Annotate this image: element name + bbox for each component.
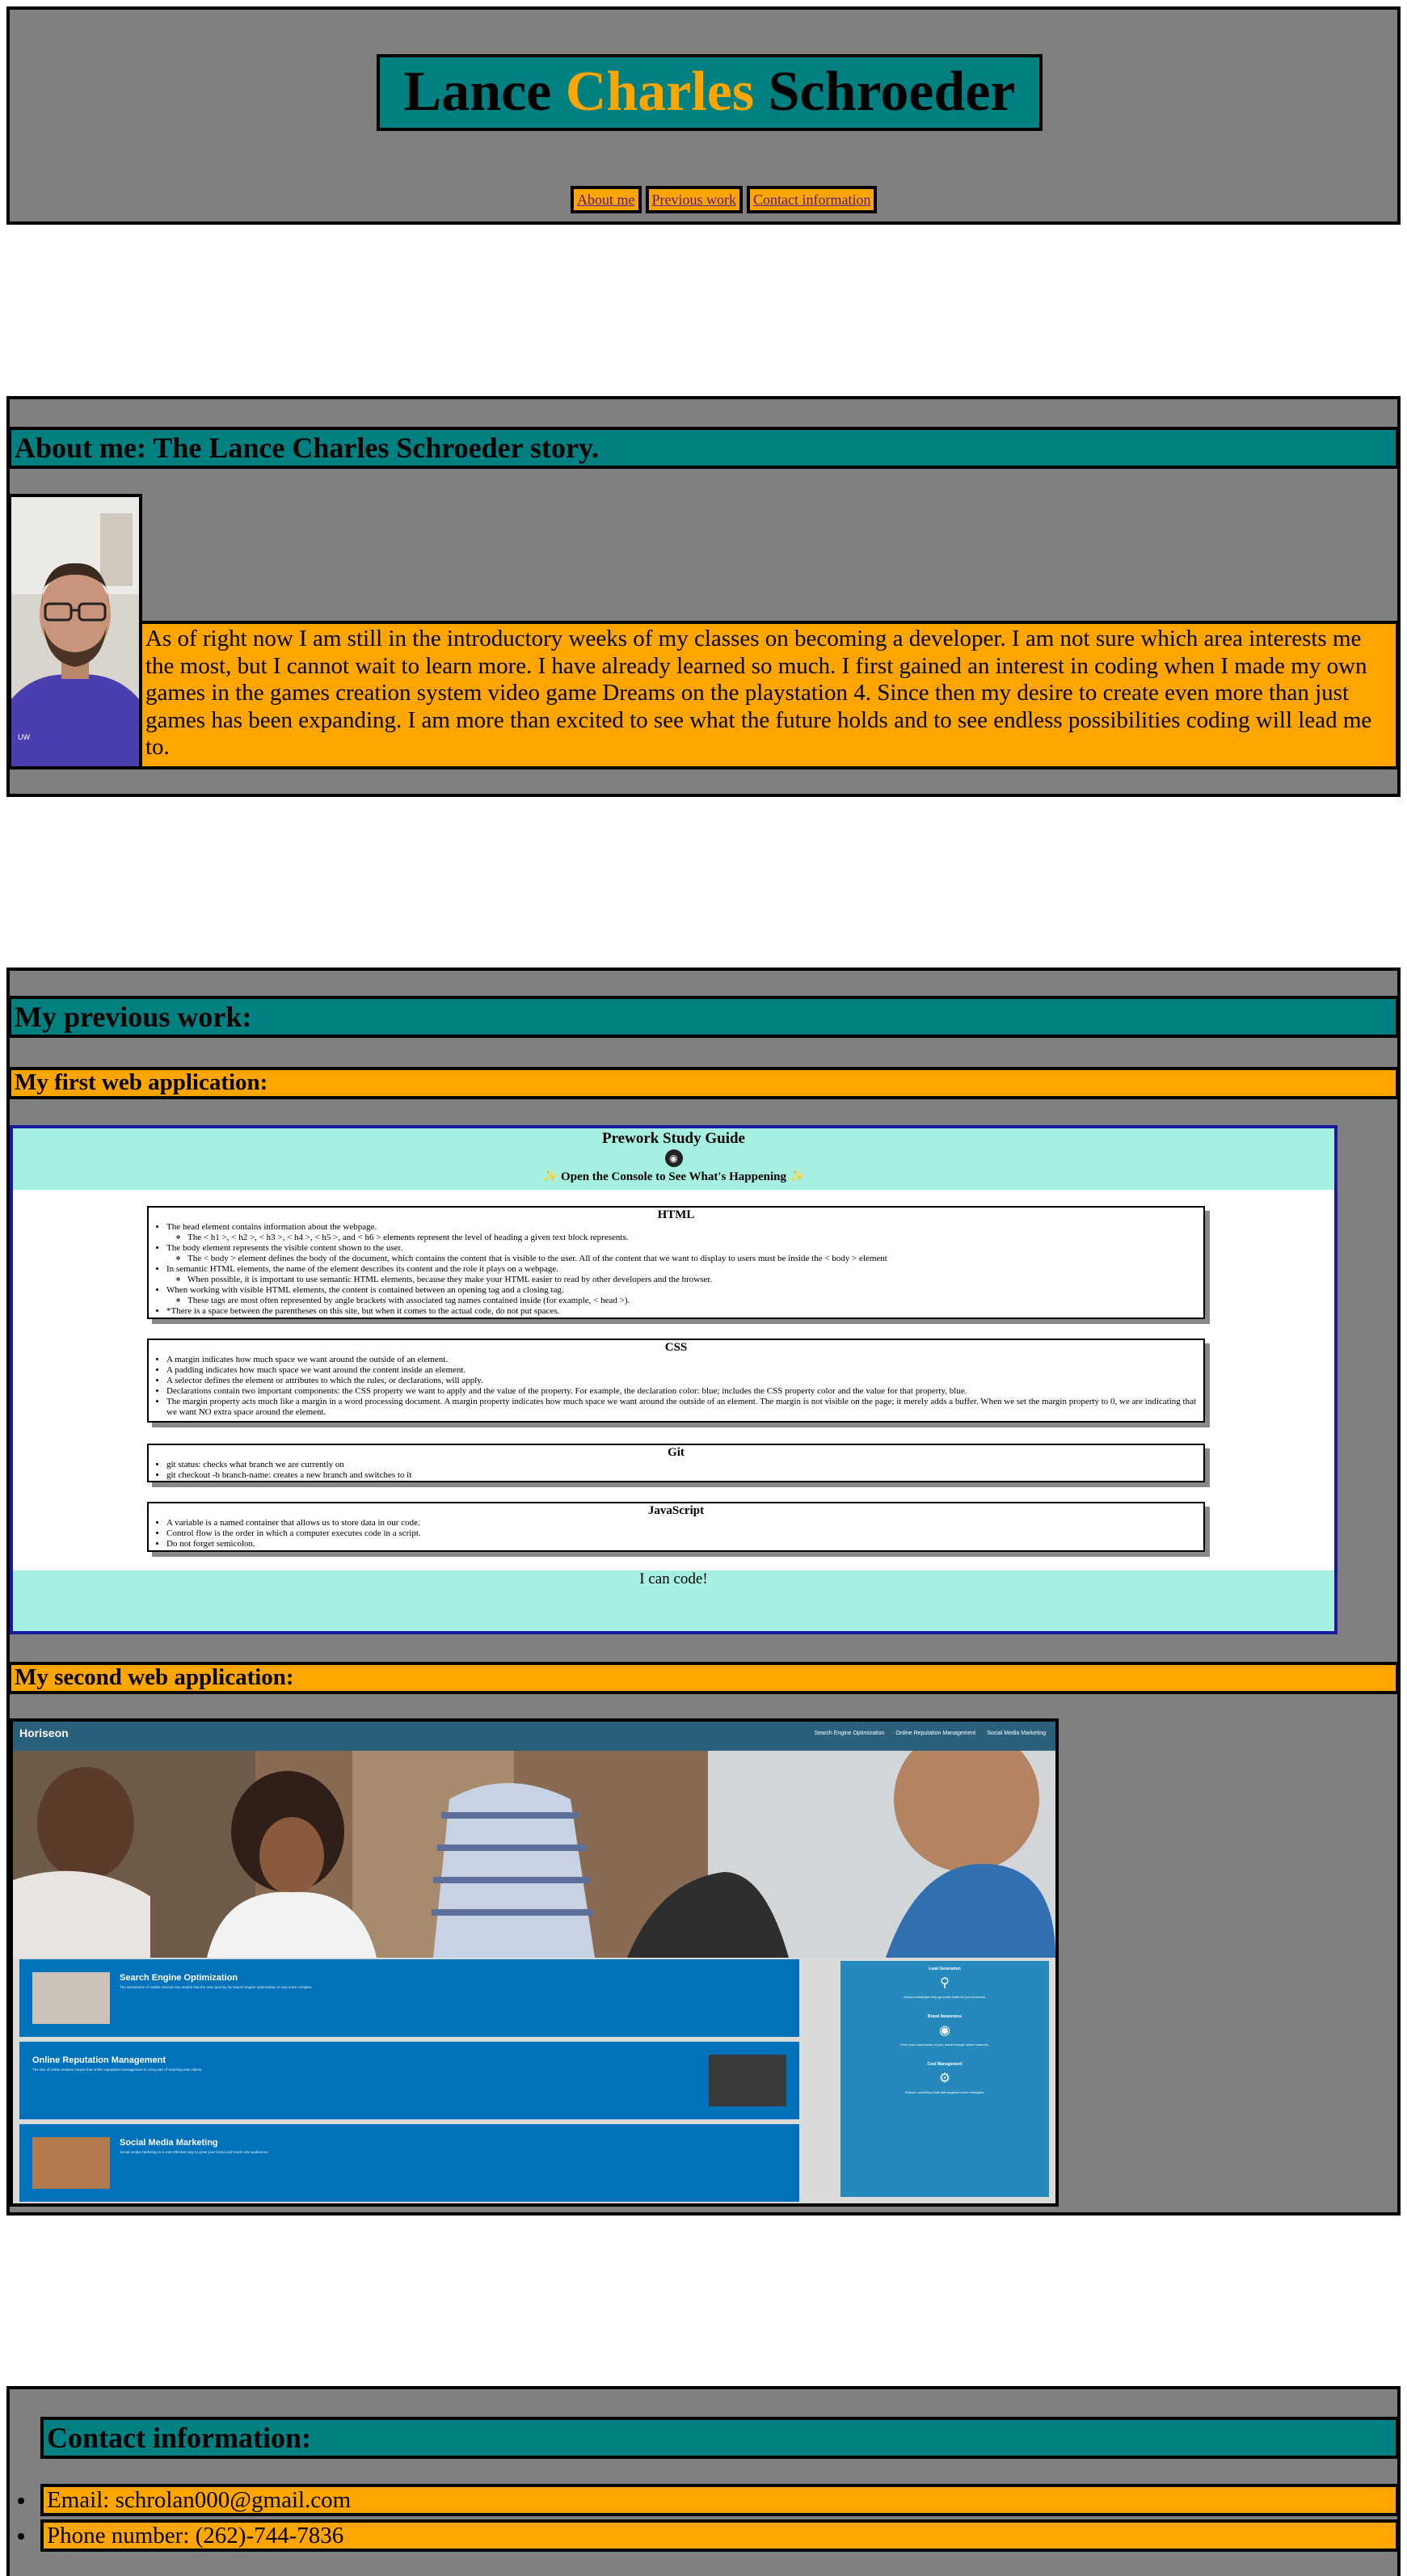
about-heading: About me: The Lance Charles Schroeder st… [8, 427, 1399, 469]
first-app-screenshot[interactable]: Prework Study Guide ◉ ✨ Open the Console… [10, 1125, 1337, 1634]
list-item: The margin property acts much like a mar… [166, 1397, 1198, 1418]
benefits-sidebar: Lead Generation ⚲ Inbound strategies hel… [840, 1961, 1049, 2197]
sparkle-icon: ✨ [542, 1170, 558, 1183]
service-body: Social media marketing is a cost-effecti… [120, 2150, 269, 2154]
console-note: Open the Console to See What's Happening [561, 1170, 786, 1183]
git-card-heading: Git [668, 1446, 685, 1459]
list-item: The < body > element defines the body of… [187, 1254, 1198, 1264]
about-body: As of right now I am still in the introd… [139, 621, 1399, 769]
horiseon-nav-item: Search Engine Optimization [814, 1731, 885, 1736]
benefit-title: Lead Generation [929, 1967, 961, 1971]
list-item: A variable is a named container that all… [166, 1518, 1198, 1528]
benefit-item: Lead Generation ⚲ Inbound strategies hel… [840, 1961, 1049, 1999]
html-card: HTML The head element contains informati… [147, 1206, 1205, 1319]
benefit-title: Brand Awareness [928, 2014, 962, 2019]
site-header: Lance Charles Schroeder About me Previou… [6, 6, 1401, 225]
benefit-body: Reduce marketing costs with targeted onl… [904, 2090, 985, 2094]
service-body: The dominance of mobile internet use mea… [120, 1985, 313, 1989]
horiseon-nav: Search Engine Optimization Online Reputa… [815, 1731, 1046, 1736]
contact-phone: Phone number: (262)-744-7836 [40, 2519, 1399, 2552]
service-body: The rise of online reviews means that on… [32, 2068, 203, 2072]
hero-image [13, 1751, 1055, 1958]
horiseon-nav-item: Online Reputation Management [895, 1731, 976, 1736]
seo-thumbnail [32, 1972, 110, 2024]
list-item: When working with visible HTML elements,… [166, 1285, 1198, 1296]
sparkle-icon: ✨ [789, 1170, 805, 1183]
service-title: Online Reputation Management [32, 2055, 166, 2065]
service-card-social: Social Media Marketing Social media mark… [19, 2124, 799, 2202]
benefit-item: Brand Awareness ◉ Drive more awareness o… [840, 1999, 1049, 2047]
list-item: These tags are most often represented by… [187, 1296, 1198, 1306]
bullet-icon [18, 2533, 24, 2540]
list-item: The head element contains information ab… [166, 1222, 1198, 1233]
list-item: In semantic HTML elements, the name of t… [166, 1264, 1198, 1275]
study-guide-header: Prework Study Guide ◉ ✨ Open the Console… [13, 1128, 1334, 1190]
horiseon-logo: Horiseon [19, 1726, 69, 1739]
social-thumbnail [32, 2137, 110, 2189]
github-icon: ◉ [664, 1149, 683, 1167]
list-item: The body element represents the visible … [166, 1243, 1198, 1254]
list-item: git status: checks what branch we are cu… [166, 1460, 1198, 1470]
list-item: Do not forget semicolon. [166, 1539, 1198, 1549]
second-app-heading: My second web application: [8, 1662, 1399, 1694]
css-card-heading: CSS [664, 1341, 688, 1354]
contact-email: Email: schrolan000@gmail.com [40, 2484, 1399, 2516]
list-item: git checkout -b branch-name: creates a n… [166, 1470, 1198, 1481]
main-nav: About me Previous work Contact informati… [571, 186, 878, 213]
service-title: Search Engine Optimization [120, 1973, 238, 1983]
reputation-thumbnail [709, 2055, 786, 2106]
list-item: *There is a space between the parenthese… [166, 1306, 1198, 1317]
list-item: A selector defines the element or attrib… [166, 1376, 1198, 1386]
list-item: Declarations contain two important compo… [166, 1386, 1198, 1397]
list-item: Control flow is the order in which a com… [166, 1528, 1198, 1539]
list-item: A margin indicates how much space we wan… [166, 1355, 1198, 1365]
list-item: The < h1 >, < h2 >, < h3 >, < h4 >, < h5… [187, 1233, 1198, 1243]
service-title: Social Media Marketing [120, 2138, 218, 2148]
first-app-heading: My first web application: [8, 1067, 1399, 1099]
broadcast-icon: ◉ [939, 2024, 950, 2038]
git-card: Git git status: checks what branch we ar… [147, 1444, 1205, 1482]
horiseon-nav-item: Social Media Marketing [987, 1731, 1046, 1736]
study-guide-footer: I can code! [13, 1570, 1334, 1631]
benefit-item: Cost Management ⚙ Reduce marketing costs… [840, 2047, 1049, 2094]
list-item: When possible, it is important to use se… [187, 1275, 1198, 1285]
benefit-title: Cost Management [927, 2062, 963, 2067]
title-first-name: Lance [403, 61, 552, 123]
javascript-card: JavaScript A variable is a named contain… [147, 1502, 1205, 1552]
second-app-screenshot[interactable]: Horiseon Search Engine Optimization Onli… [10, 1718, 1059, 2207]
nav-link-contact[interactable]: Contact information [747, 186, 878, 213]
money-icon: ⚙ [938, 2072, 951, 2085]
bullet-icon [18, 2498, 24, 2504]
css-card: CSS A margin indicates how much space we… [147, 1339, 1205, 1423]
horiseon-header: Horiseon Search Engine Optimization Onli… [13, 1722, 1055, 1751]
lead-icon: ⚲ [940, 1976, 950, 1990]
contact-heading: Contact information: [40, 2417, 1399, 2459]
service-card-seo: Search Engine Optimization The dominance… [19, 1959, 799, 2037]
title-last-name: Schroeder [768, 61, 1016, 123]
svg-text:UW: UW [18, 733, 30, 741]
service-card-reputation: Online Reputation Management The rise of… [19, 2042, 799, 2119]
profile-photo: UW [8, 494, 142, 769]
html-card-heading: HTML [657, 1208, 695, 1221]
nav-link-previous-work[interactable]: Previous work [645, 186, 743, 213]
javascript-card-heading: JavaScript [647, 1504, 705, 1517]
site-title: Lance Charles Schroeder [377, 54, 1043, 131]
nav-link-about[interactable]: About me [571, 186, 642, 213]
previous-work-heading: My previous work: [8, 996, 1399, 1038]
study-guide-title: Prework Study Guide [601, 1130, 745, 1147]
title-middle-name: Charles [565, 61, 755, 123]
list-item: A padding indicates how much space we wa… [166, 1365, 1198, 1376]
